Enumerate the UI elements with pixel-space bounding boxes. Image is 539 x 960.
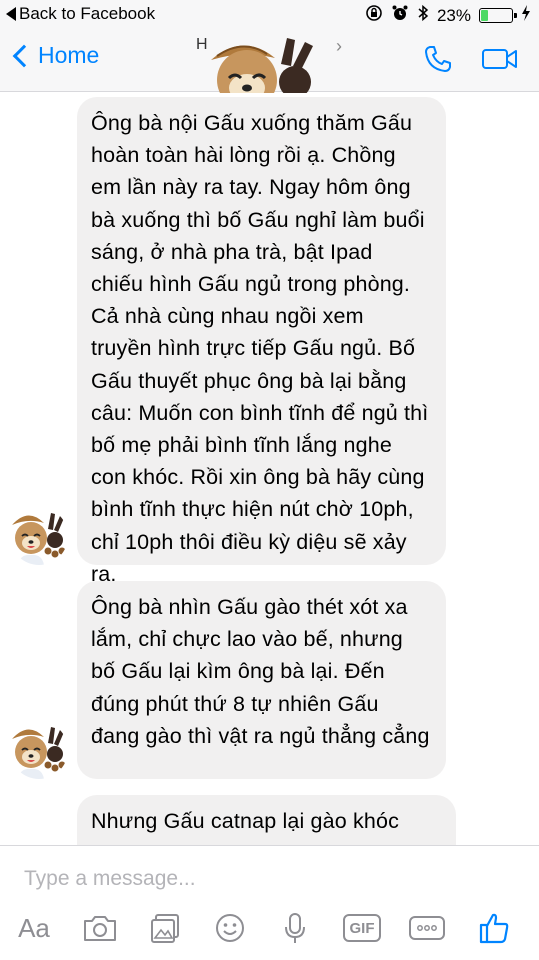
- phone-icon[interactable]: [423, 44, 453, 79]
- message-bubble[interactable]: Ông bà nhìn Gấu gào thét xót xa lắm, chỉ…: [77, 581, 446, 779]
- charging-bolt-icon: [521, 5, 531, 26]
- microphone-icon: [285, 913, 305, 943]
- more-dots-icon: [409, 916, 445, 940]
- back-to-facebook-label: Back to Facebook: [19, 4, 156, 23]
- message-bubble[interactable]: Ông bà nội Gấu xuống thăm Gấu hoàn toàn …: [77, 97, 446, 586]
- message-composer: Aa GIF: [0, 845, 539, 960]
- camera-icon: [84, 916, 116, 941]
- sender-avatar[interactable]: [10, 507, 68, 565]
- battery-percent: 23%: [436, 5, 471, 25]
- alarm-clock-icon: [391, 4, 409, 27]
- photos-button[interactable]: [145, 908, 185, 948]
- video-camera-icon[interactable]: [481, 46, 519, 77]
- thumbs-up-icon: [479, 913, 509, 944]
- status-indicators: 23%: [365, 4, 531, 27]
- call-actions: [423, 44, 519, 79]
- orientation-lock-icon: [365, 4, 383, 27]
- smiley-icon: [216, 914, 244, 942]
- gif-icon: GIF: [343, 914, 381, 942]
- like-button[interactable]: [474, 908, 514, 948]
- sender-avatar[interactable]: [10, 721, 68, 779]
- sticker-button[interactable]: [210, 908, 250, 948]
- home-back-label: Home: [38, 42, 100, 68]
- back-to-facebook-link[interactable]: Back to Facebook: [6, 4, 155, 24]
- photos-icon: [151, 914, 179, 943]
- gif-button[interactable]: GIF: [340, 908, 384, 948]
- home-back-button[interactable]: Home: [10, 42, 99, 69]
- more-options-button[interactable]: [405, 908, 449, 948]
- battery-level-fill: [481, 10, 488, 21]
- voice-clip-button[interactable]: [275, 908, 315, 948]
- navigation-bar: Home H ›: [0, 30, 539, 122]
- message-thread[interactable]: Ông bà nội Gấu xuống thăm Gấu hoàn toàn …: [0, 93, 539, 845]
- chevron-left-icon: [12, 44, 36, 67]
- bluetooth-icon: [417, 4, 429, 27]
- message-bubble[interactable]: Nhưng Gấu catnap lại gào khóc: [77, 795, 456, 845]
- battery-icon: [479, 8, 517, 23]
- text-format-button[interactable]: Aa: [14, 908, 54, 948]
- back-triangle-icon: [6, 7, 16, 21]
- camera-button[interactable]: [80, 908, 120, 948]
- message-input[interactable]: [24, 864, 504, 894]
- status-bar: Back to Facebook 23%: [0, 0, 539, 30]
- title-chevron-right-icon: ›: [336, 36, 342, 56]
- composer-toolbar: Aa GIF: [0, 908, 539, 956]
